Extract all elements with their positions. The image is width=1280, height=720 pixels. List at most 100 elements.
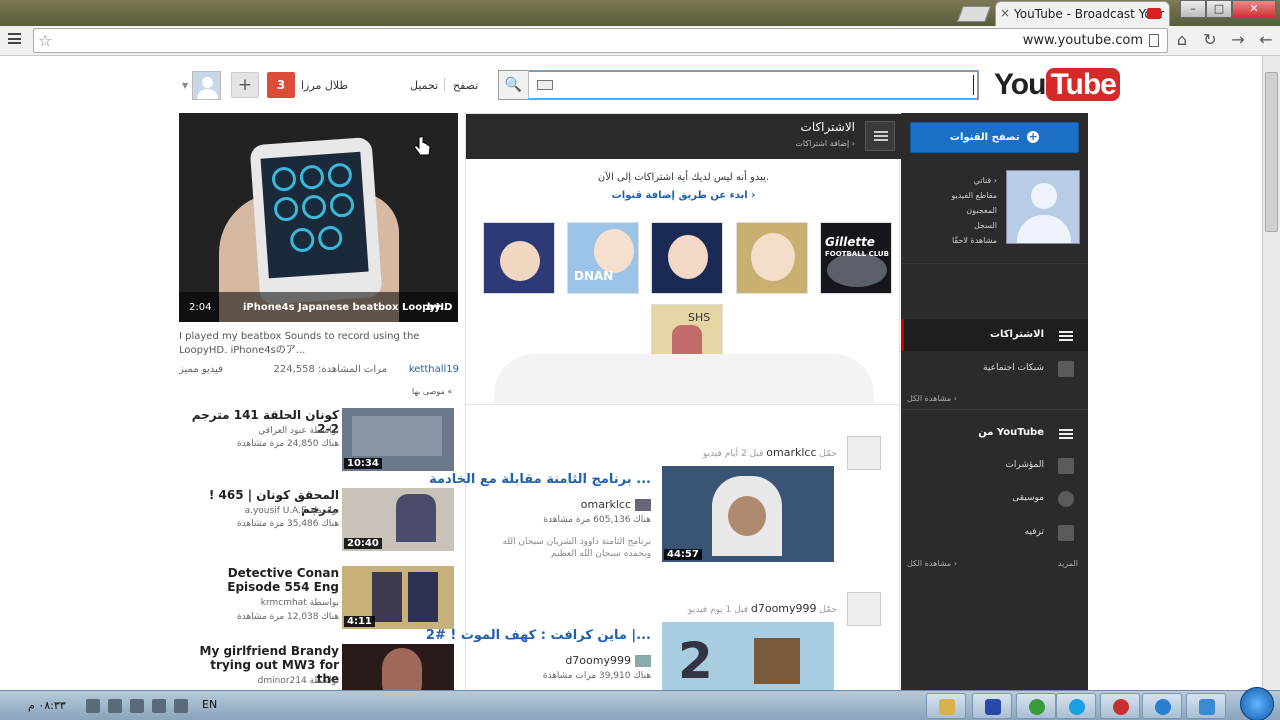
scrollbar-thumb[interactable]	[1265, 72, 1278, 232]
video-thumbnail[interactable]: 4:11	[342, 566, 454, 629]
minimize-icon[interactable]: –	[1180, 0, 1206, 18]
maximize-icon[interactable]: □	[1206, 0, 1232, 18]
video-more[interactable]: by...	[427, 302, 451, 313]
notification-count[interactable]: 3	[267, 72, 295, 98]
browse-link[interactable]: تصفح	[453, 79, 478, 92]
sidebar-item-subscriptions[interactable]: الاشتراكات	[901, 319, 1088, 351]
sidebar-item-entertainment[interactable]: ترفيه	[901, 517, 1088, 549]
feed-user-link[interactable]: d7oomy999	[751, 602, 817, 615]
tab-youtube[interactable]: × YouTube - Broadcast Your	[995, 1, 1170, 26]
keyboard-icon[interactable]	[537, 80, 553, 90]
volume-icon[interactable]	[86, 699, 100, 713]
avatar[interactable]	[192, 71, 221, 100]
bookmark-star-icon[interactable]: ☆	[38, 31, 52, 50]
search-input[interactable]: 🔍	[498, 70, 979, 100]
uploader-link[interactable]: ketthall19	[409, 364, 459, 375]
view-all-link[interactable]: مشاهدة الكل ›	[907, 559, 957, 568]
channel-thumbnail[interactable]	[736, 222, 808, 294]
flag-icon[interactable]	[152, 699, 166, 713]
channel-link[interactable]: omarklcc	[581, 498, 651, 511]
more-link[interactable]: المزيد	[1058, 559, 1078, 568]
video-title[interactable]: برنامج الثامنة مقابلة مع الخادمة ...	[429, 472, 651, 487]
video-title[interactable]: iPhone4s Japanese beatbox LoopyHD	[243, 302, 452, 313]
url-text[interactable]: www.youtube.com	[1023, 33, 1143, 48]
video-title[interactable]: ماين كرافت : كهف الموت ! #2 |...	[426, 628, 651, 643]
chart-icon	[1058, 458, 1074, 474]
vertical-scrollbar[interactable]	[1262, 56, 1280, 690]
list-item[interactable]: 4:11 Detective Conan Episode 554 Eng krm…	[179, 566, 459, 630]
channel-name[interactable]: d7oomy999	[565, 654, 631, 667]
channel-thumbnail[interactable]: DNAN	[567, 222, 639, 294]
video-duration: 10:34	[344, 458, 382, 469]
channel-link[interactable]: d7oomy999	[565, 654, 651, 667]
menu-icon[interactable]	[8, 33, 21, 44]
close-window-icon[interactable]: ✕	[1232, 0, 1276, 18]
close-tab-icon[interactable]: ×	[1000, 6, 1010, 20]
video-title[interactable]: Detective Conan Episode 554 Eng	[189, 566, 339, 594]
sidebar-item-from-youtube[interactable]: من YouTube	[901, 417, 1088, 449]
channel-thumbnail[interactable]	[651, 222, 723, 294]
network-icon[interactable]	[108, 699, 122, 713]
channel-thumbnail[interactable]: Gillette FOOTBALL CLUB	[820, 222, 892, 294]
sidebar-item-social[interactable]: شبكات اجتماعية	[901, 353, 1088, 385]
channel-thumbnail[interactable]	[483, 222, 555, 294]
list-item[interactable]: My girlfriend Brandy trying out MW3 for …	[179, 644, 459, 690]
video-author: بواسطة عبود العراقي	[258, 426, 339, 436]
video-thumbnail[interactable]: 10:34	[342, 408, 454, 471]
home-icon[interactable]: ⌂	[1172, 30, 1192, 49]
browse-channels-button[interactable]: تصفح القنوات +	[910, 122, 1079, 153]
view-all-link[interactable]: مشاهدة الكل ›	[907, 394, 957, 403]
forward-icon[interactable]: →	[1228, 30, 1248, 49]
empty-message: يبدو أنه ليس لديك أية اشتراكات إلى الآن.	[597, 172, 770, 183]
avatar[interactable]	[1006, 170, 1080, 244]
add-channels-link[interactable]: ابدء عن طريق إضافة قنوات ›	[466, 190, 901, 201]
video-thumbnail[interactable]	[342, 644, 454, 690]
videos-link[interactable]: مقاطع الفيديو	[907, 188, 997, 203]
add-subscriptions-link[interactable]: إضافة اشتراكات ›	[795, 139, 855, 148]
taskbar-button-chrome[interactable]	[1016, 693, 1056, 719]
tray-expand-icon[interactable]	[174, 699, 188, 713]
taskbar-button-folder[interactable]	[926, 693, 966, 719]
feed-user-link[interactable]: omarklcc	[766, 446, 816, 459]
video-thumbnail[interactable]: 2	[662, 622, 834, 690]
upload-link[interactable]: تحميل	[410, 79, 438, 92]
new-tab-button[interactable]	[957, 6, 991, 22]
list-item[interactable]: 20:40 المحقق كونان | 465 ! مترجم a.yousi…	[179, 488, 459, 552]
battery-icon[interactable]	[130, 699, 144, 713]
video-thumbnail[interactable]: 20:40	[342, 488, 454, 551]
taskbar-button-ie[interactable]	[1142, 693, 1182, 719]
avatar[interactable]	[847, 592, 881, 626]
my-channel-link[interactable]: قناتي ›	[907, 173, 997, 188]
taskbar-button-media[interactable]	[1100, 693, 1140, 719]
back-icon[interactable]: ←	[1256, 30, 1276, 49]
recommended-header[interactable]: موصى بها «	[412, 387, 452, 396]
taskbar-button-skype[interactable]	[1056, 693, 1096, 719]
chevron-down-icon[interactable]: ▼	[182, 81, 188, 90]
recorder-icon	[985, 699, 1001, 715]
search-icon[interactable]: 🔍	[499, 71, 529, 99]
video-meta: ketthall19 224,558 :مرات المشاهدة فيديو …	[179, 364, 459, 378]
sidebar-item-music[interactable]: موسيقى	[901, 483, 1088, 515]
language-indicator[interactable]: EN	[202, 698, 217, 711]
sidebar-item-trends[interactable]: المؤشرات	[901, 450, 1088, 482]
avatar[interactable]	[847, 436, 881, 470]
background-shape	[494, 354, 874, 404]
taskbar-button-recorder[interactable]	[972, 693, 1012, 719]
list-item[interactable]: 10:34 كونان الحلقة 141 مترجم 2-2 بواسطة …	[179, 408, 459, 472]
video-description: I played my beatbox Sounds to record usi…	[179, 331, 420, 356]
youtube-logo[interactable]: You Tube	[994, 68, 1120, 102]
start-button[interactable]	[1240, 687, 1274, 720]
video-thumbnail[interactable]: 44:57	[662, 466, 834, 562]
reload-icon[interactable]: ↻	[1200, 30, 1220, 49]
user-name[interactable]: طلال مرزا	[301, 79, 348, 92]
clock[interactable]: ٠٨:٣٣ م	[28, 699, 66, 712]
history-link[interactable]: السجل	[907, 218, 997, 233]
taskbar-button-explorer[interactable]	[1186, 693, 1226, 719]
channel-name[interactable]: omarklcc	[581, 498, 631, 511]
page-content: You Tube 🔍 تصفح تحميل طلال مرزا 3 + ▼ 2:0…	[0, 56, 1262, 690]
share-plus-button[interactable]: +	[231, 72, 259, 98]
watch-later-link[interactable]: مشاهدة لاحقًا	[907, 233, 997, 248]
address-bar[interactable]: ☆ www.youtube.com	[33, 28, 1168, 53]
likes-link[interactable]: المعجبون	[907, 203, 997, 218]
menu-icon[interactable]	[865, 121, 895, 151]
